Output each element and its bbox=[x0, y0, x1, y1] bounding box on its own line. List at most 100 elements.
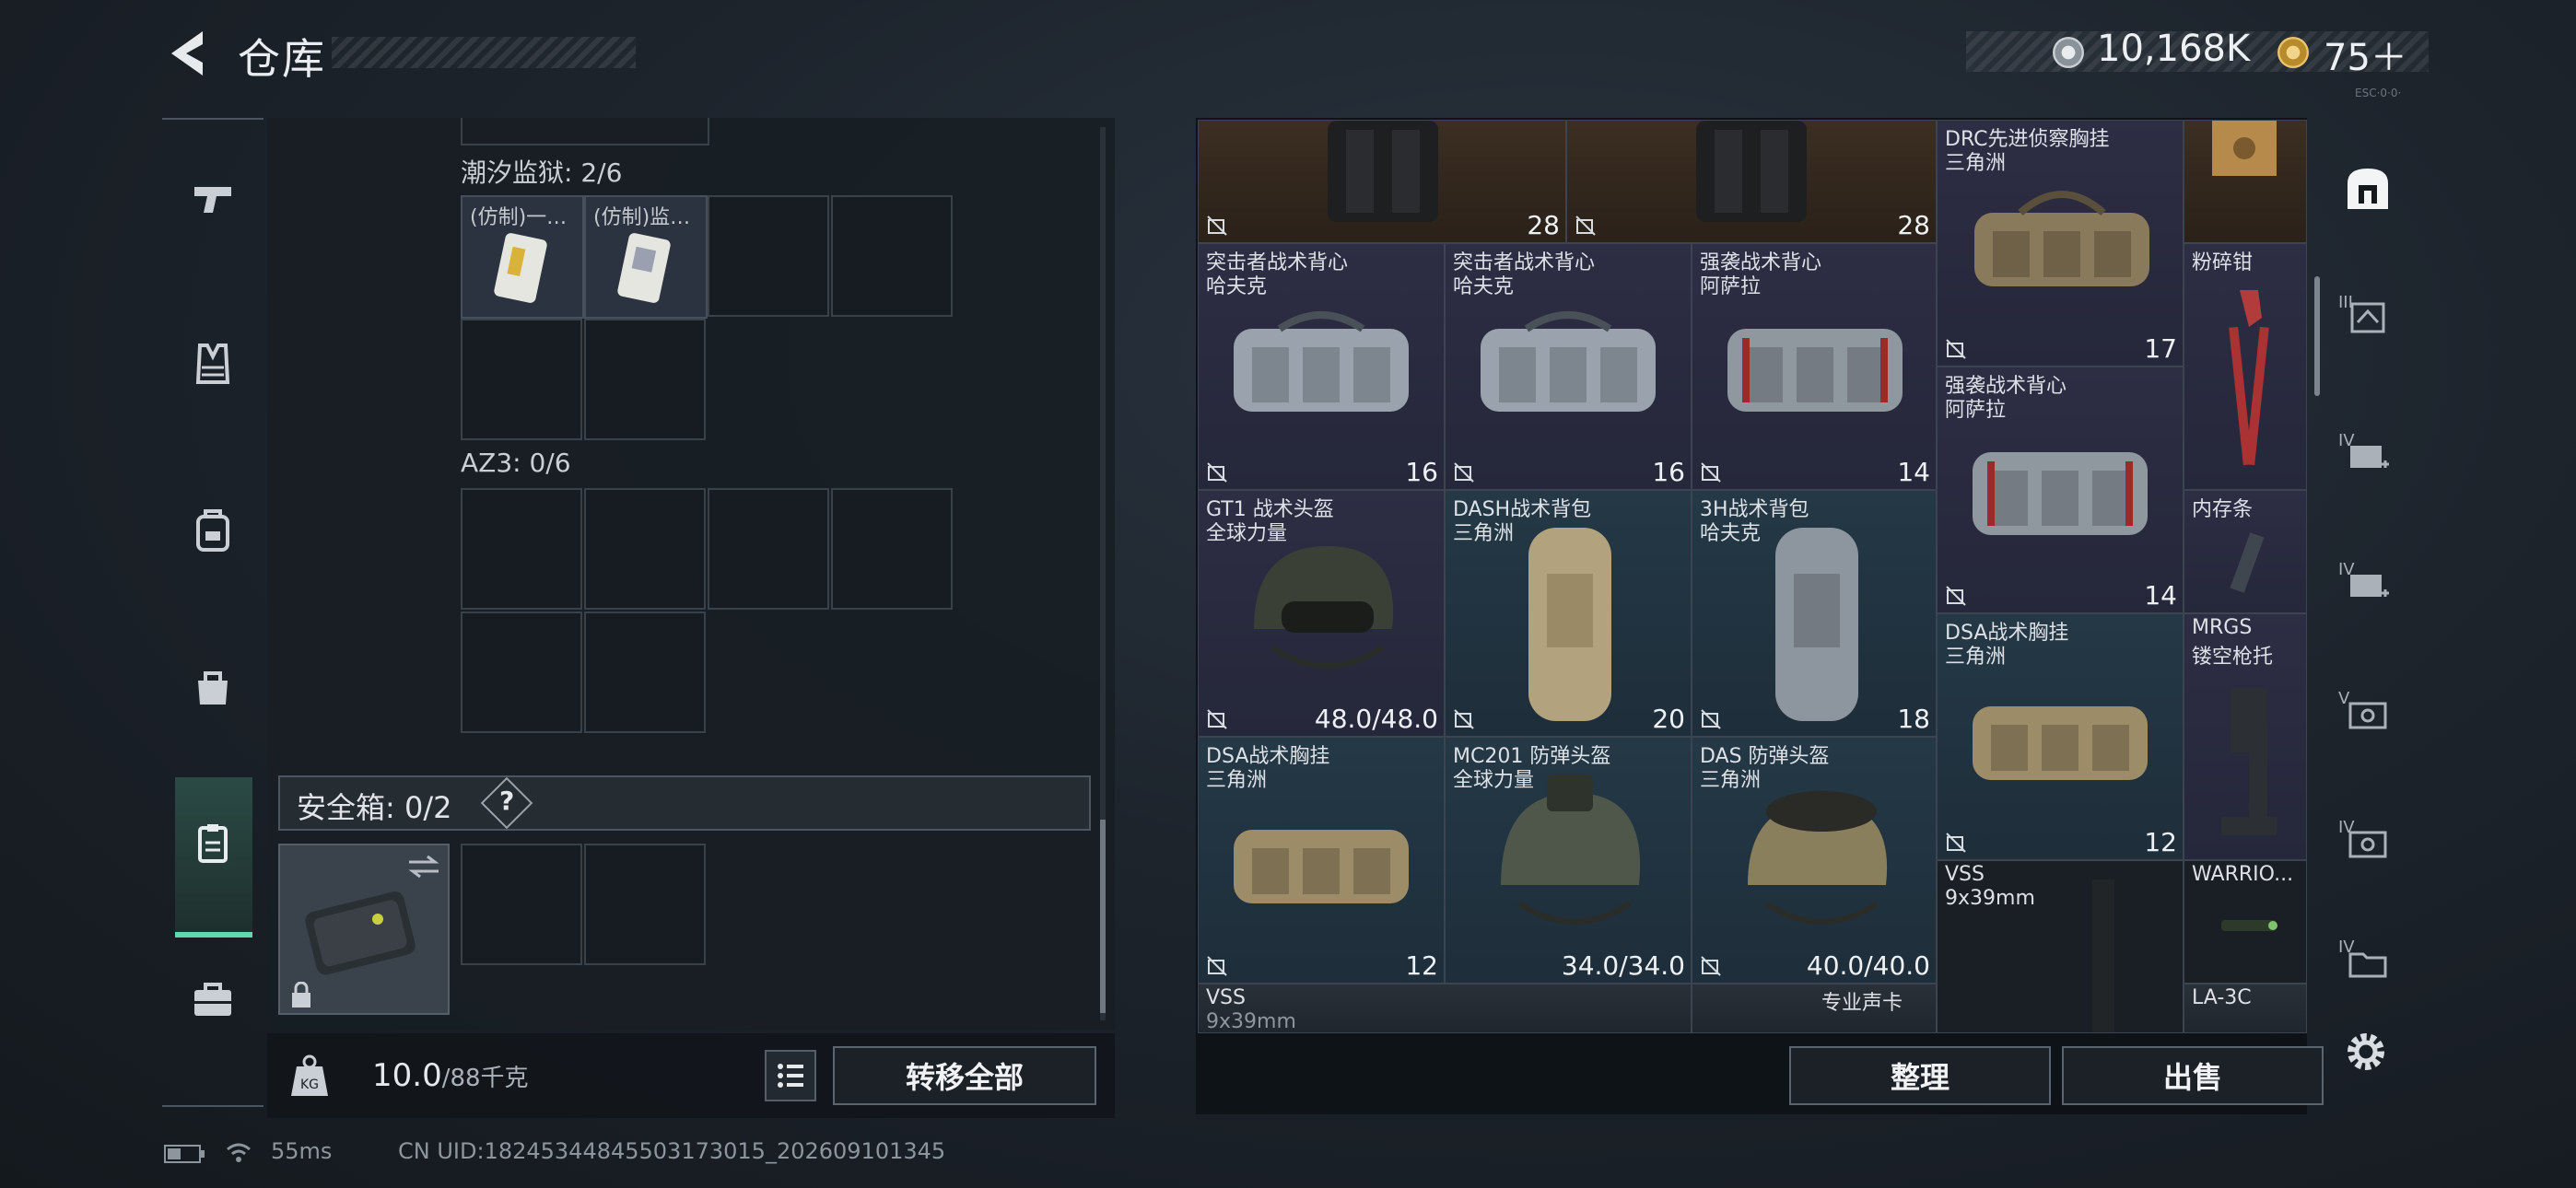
key-card-item[interactable]: (仿制)一… bbox=[461, 195, 584, 319]
storage-item-das-helmet[interactable]: DAS 防弹头盔 三角洲 40.0/40.0 bbox=[1692, 737, 1937, 984]
list-view-button[interactable] bbox=[765, 1050, 816, 1101]
grid-cell[interactable] bbox=[461, 611, 582, 733]
storage-item-mrgs-stock[interactable]: MRGS 镂空枪托 bbox=[2184, 613, 2307, 860]
settings-gear-icon[interactable] bbox=[2342, 1028, 2390, 1076]
storage-item-backpack[interactable]: 28 bbox=[1198, 120, 1566, 243]
category-vest[interactable] bbox=[162, 295, 263, 433]
storage-item-strong-vest[interactable]: 强袭战术背心 阿萨拉 14 bbox=[1692, 243, 1937, 490]
key-card-icon bbox=[494, 233, 547, 303]
item-name: VSS bbox=[1206, 986, 1246, 1009]
back-arrow-icon[interactable] bbox=[164, 28, 210, 79]
grid-cell[interactable] bbox=[708, 488, 829, 610]
storage-item-assault-vest[interactable]: 突击者战术背心 哈夫克 16 bbox=[1445, 243, 1692, 490]
grid-cell[interactable] bbox=[831, 488, 953, 610]
left-scroll-thumb[interactable] bbox=[1100, 820, 1106, 1013]
grid-cell[interactable] bbox=[584, 319, 706, 440]
filter-level-iv[interactable]: IV bbox=[2322, 903, 2414, 1022]
grid-cell[interactable] bbox=[584, 844, 706, 965]
backpack-icon bbox=[196, 509, 229, 552]
storage-item-assault-vest[interactable]: 突击者战术背心 哈夫克 16 bbox=[1198, 243, 1445, 490]
no-insure-icon bbox=[1701, 709, 1721, 729]
item-capacity: 17 bbox=[2144, 333, 2177, 364]
grid-cell[interactable] bbox=[831, 195, 953, 317]
filter-level-iii[interactable]: III bbox=[2322, 258, 2414, 378]
storage-item-memory[interactable]: 内存条 bbox=[2184, 490, 2307, 613]
secure-case-slot[interactable] bbox=[278, 844, 450, 1015]
storage-item-3h-backpack[interactable]: 3H战术背包 哈夫克 18 bbox=[1692, 490, 1937, 737]
item-brand: 9x39mm bbox=[1206, 1010, 1296, 1033]
title-decoration bbox=[332, 37, 636, 68]
storage-item-dash-backpack[interactable]: DASH战术背包 三角洲 20 bbox=[1445, 490, 1692, 737]
storage-item-backpack[interactable]: 28 bbox=[1566, 120, 1937, 243]
sort-button[interactable]: 整理 bbox=[1789, 1046, 2051, 1105]
section-label-az3: AZ3: 0/6 bbox=[461, 448, 571, 478]
item-name: VSS bbox=[1945, 863, 1985, 886]
grid-top-edge bbox=[461, 118, 709, 146]
item-name: 专业声卡 bbox=[1821, 992, 1903, 1015]
storage-item-mc201-helmet[interactable]: MC201 防弹头盔 全球力量 34.0/34.0 bbox=[1445, 737, 1692, 984]
vest-art bbox=[1973, 452, 2148, 535]
storage-item-warrior[interactable]: WARRIO... bbox=[2184, 860, 2307, 984]
category-bag[interactable] bbox=[162, 617, 263, 755]
storage-item-strong-vest[interactable]: 强袭战术背心 阿萨拉 14 bbox=[1937, 367, 2184, 613]
storage-item-drc-rig[interactable]: DRC先进侦察胸挂 三角洲 17 bbox=[1937, 120, 2184, 367]
no-insure-icon bbox=[1454, 462, 1474, 483]
transfer-all-button[interactable]: 转移全部 bbox=[833, 1046, 1096, 1105]
ammo-art bbox=[2092, 879, 2114, 1032]
category-secure-case[interactable] bbox=[162, 774, 263, 912]
no-insure-icon bbox=[1207, 709, 1227, 729]
vest-art bbox=[1481, 311, 1656, 412]
storage-item-crusher[interactable]: 粉碎钳 bbox=[2184, 243, 2307, 490]
item-brand: 三角洲 bbox=[1945, 646, 2007, 669]
storage-item-vss[interactable]: VSS 9x39mm bbox=[1937, 860, 2184, 1033]
storage-item-document[interactable] bbox=[2184, 120, 2307, 243]
page-title: 仓库 bbox=[238, 34, 326, 84]
filter-level-iv[interactable]: IV bbox=[2322, 783, 2414, 903]
filter-level-iv[interactable]: IV bbox=[2322, 525, 2414, 645]
storage-item-sound-card[interactable]: 专业声卡 bbox=[1692, 984, 1937, 1033]
storage-scroll-thumb[interactable] bbox=[2314, 276, 2320, 396]
grid-cell[interactable] bbox=[461, 488, 582, 610]
swap-icon[interactable] bbox=[405, 853, 442, 880]
item-capacity: 18 bbox=[1897, 704, 1930, 734]
item-name: WARRIO... bbox=[2192, 863, 2294, 886]
category-toolbox[interactable] bbox=[162, 930, 263, 1068]
storage-item-dsa-rig[interactable]: DSA战术胸挂 三角洲 12 bbox=[1937, 613, 2184, 860]
item-brand: 哈夫克 bbox=[1206, 275, 1268, 298]
storage-item-vss[interactable]: VSS 9x39mm bbox=[1198, 984, 1692, 1033]
no-insure-icon bbox=[1454, 709, 1474, 729]
storage-item-gt1-helmet[interactable]: GT1 战术头盔 全球力量 48.0/48.0 bbox=[1198, 490, 1445, 737]
item-capacity: 16 bbox=[1405, 457, 1438, 487]
filter-level-label: IV bbox=[2338, 560, 2355, 579]
grid-cell[interactable] bbox=[461, 319, 582, 440]
item-brand: 哈夫克 bbox=[1453, 275, 1515, 298]
grid-cell[interactable] bbox=[461, 844, 582, 965]
storage-item-dsa-rig[interactable]: DSA战术胸挂 三角洲 12 bbox=[1198, 737, 1445, 984]
vest-icon bbox=[195, 344, 230, 384]
item-capacity: 14 bbox=[1897, 457, 1930, 487]
item-brand: 镂空枪托 bbox=[2192, 646, 2274, 669]
crusher-art bbox=[2229, 290, 2269, 466]
filter-all[interactable] bbox=[2322, 129, 2414, 249]
key-card-item[interactable]: (仿制)监… bbox=[584, 195, 708, 319]
filter-level-iv[interactable]: IV bbox=[2322, 396, 2414, 516]
storage-item-la3c[interactable]: LA-3C bbox=[2184, 984, 2307, 1033]
svg-text:KG: KG bbox=[300, 1077, 319, 1092]
section-label-prison: 潮汐监狱: 2/6 bbox=[461, 157, 623, 188]
weight-current: 10.0 bbox=[372, 1057, 442, 1094]
grid-cell[interactable] bbox=[584, 611, 706, 733]
grid-cell[interactable] bbox=[584, 488, 706, 610]
gold-currency-amount[interactable]: 75＋ bbox=[2324, 28, 2407, 81]
wifi-icon bbox=[227, 1143, 251, 1162]
item-brand: 阿萨拉 bbox=[1700, 275, 1762, 298]
sell-button[interactable]: 出售 bbox=[2062, 1046, 2324, 1105]
silver-coin-icon bbox=[2053, 37, 2084, 68]
category-weapon[interactable] bbox=[162, 129, 263, 267]
no-insure-icon bbox=[1946, 586, 1966, 606]
filter-level-label: V bbox=[2338, 689, 2350, 708]
filter-level-v[interactable]: V bbox=[2322, 654, 2414, 774]
secure-case-icon bbox=[198, 824, 228, 863]
category-backpack[interactable] bbox=[162, 460, 263, 599]
filter-level-label: III bbox=[2338, 293, 2353, 312]
grid-cell[interactable] bbox=[708, 195, 829, 317]
